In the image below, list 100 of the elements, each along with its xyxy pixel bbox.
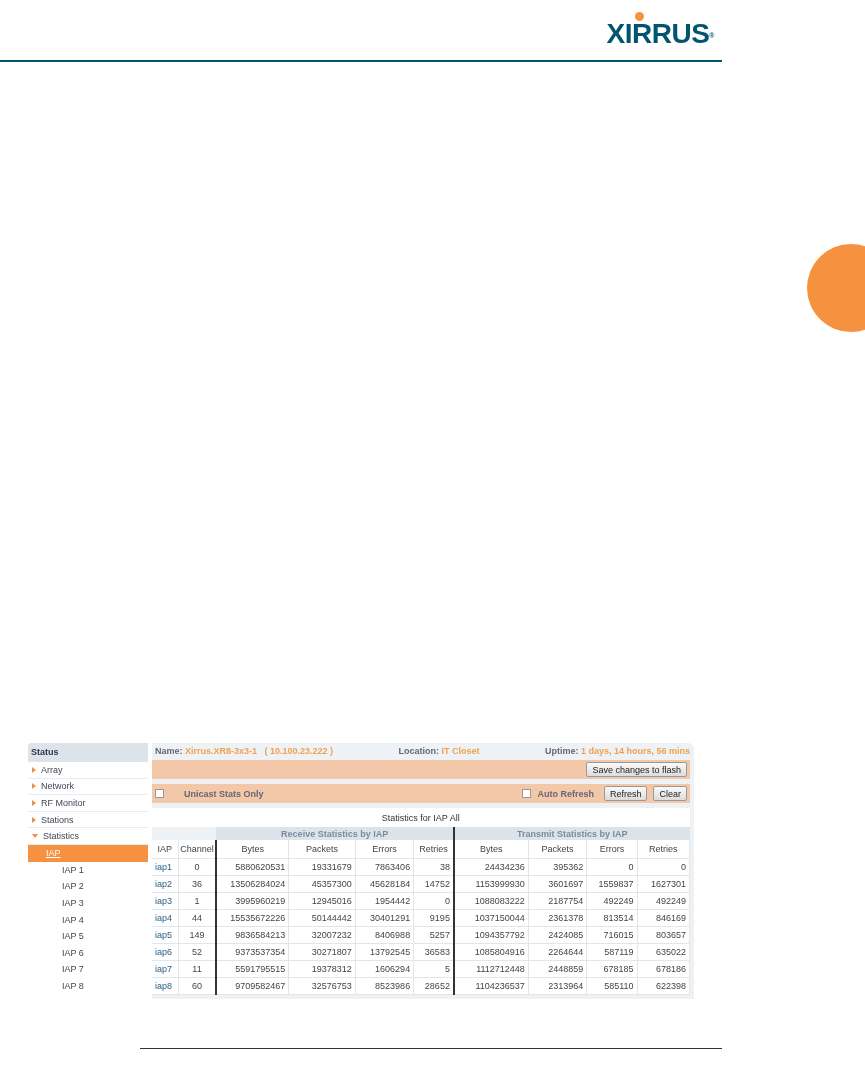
sidebar-item[interactable]: Array [28, 762, 148, 779]
table-cell: 1 [178, 892, 217, 910]
triangle-icon [32, 816, 36, 823]
column-header: Errors [586, 840, 638, 859]
table-cell: 1153999930 [453, 875, 529, 893]
table-cell: 1112712448 [453, 960, 529, 978]
triangle-icon [32, 766, 36, 773]
table-cell: 19331679 [288, 858, 356, 876]
iap-link[interactable]: iap7 [152, 960, 179, 978]
table-cell: 14752 [413, 875, 454, 893]
table-cell: 0 [413, 892, 454, 910]
triangle-icon [32, 783, 36, 790]
iap-link[interactable]: iap8 [152, 977, 179, 995]
table-cell: 9836584213 [216, 926, 289, 944]
table-cell: 11 [178, 960, 217, 978]
table-cell: 1037150044 [453, 909, 529, 927]
sidebar-title: Status [28, 743, 148, 762]
table-cell: 2264644 [528, 943, 587, 961]
iap-link[interactable]: iap6 [152, 943, 179, 961]
iap-link[interactable]: iap3 [152, 892, 179, 910]
table-cell: 12945016 [288, 892, 356, 910]
table-cell: 846169 [637, 909, 690, 927]
table-cell: 2187754 [528, 892, 587, 910]
table-cell: 1094357792 [453, 926, 529, 944]
table-title: Statistics for IAP All [152, 808, 690, 827]
info-text: Name: Xirrus.XR8-3x3-1 ( 10.100.23.222 ) [155, 746, 334, 756]
logo-text: XIRRUS [606, 22, 710, 46]
table-cell: 50144442 [288, 909, 356, 927]
iap-link[interactable]: iap4 [152, 909, 179, 927]
table-cell: 8523986 [355, 977, 414, 995]
toolbar-button[interactable]: Clear [653, 786, 687, 801]
table-cell: 45628184 [355, 875, 414, 893]
table-cell: 9373537354 [216, 943, 289, 961]
sidebar-item[interactable]: RF Monitor [28, 795, 148, 812]
table-cell: 5257 [413, 926, 454, 944]
table-cell: 1088083222 [453, 892, 529, 910]
table-cell: 0 [586, 858, 638, 876]
column-header: Retries [637, 840, 690, 859]
table-cell: 45357300 [288, 875, 356, 893]
sidebar-subitem[interactable]: IAP 3 [28, 894, 148, 912]
table-cell: 38 [413, 858, 454, 876]
table-cell: 585110 [586, 977, 638, 995]
sidebar-item[interactable]: Network [28, 778, 148, 796]
sidebar-item[interactable]: Stations [28, 811, 148, 829]
column-header: Packets [528, 840, 587, 859]
table-cell: 587119 [586, 943, 638, 961]
table-cell: 395362 [528, 858, 587, 876]
info-text: Location: IT Closet [398, 746, 480, 756]
info-text: Uptime: 1 days, 14 hours, 56 mins [544, 746, 690, 756]
table-cell: 2424085 [528, 926, 587, 944]
iap-link[interactable]: iap2 [152, 875, 179, 893]
table-cell: 1085804916 [453, 943, 529, 961]
table-cell: 2313964 [528, 977, 587, 995]
column-header: Errors [355, 840, 414, 859]
column-header: Channel [178, 840, 217, 859]
column-header: Bytes [453, 840, 529, 859]
table-cell: 5591795515 [216, 960, 289, 978]
table-cell: 5880620531 [216, 858, 289, 876]
table-cell: 3601697 [528, 875, 587, 893]
checkbox[interactable] [522, 789, 532, 798]
table-cell: 19378312 [288, 960, 356, 978]
table-cell: 492249 [637, 892, 690, 910]
table-cell: 2361378 [528, 909, 587, 927]
sidebar-subitem[interactable]: IAP 4 [28, 911, 148, 928]
column-header: Retries [413, 840, 454, 859]
column-header: Packets [288, 840, 356, 859]
sidebar-subitem[interactable]: IAP 6 [28, 944, 148, 962]
table-cell: 716015 [586, 926, 638, 944]
sidebar-subitem[interactable]: IAP 7 [28, 961, 148, 978]
table-cell: 52 [178, 943, 217, 961]
table-cell: 678185 [586, 960, 638, 978]
toolbar-button[interactable]: Refresh [603, 786, 648, 801]
table-cell: 149 [178, 926, 217, 944]
iap-link[interactable]: iap1 [152, 858, 179, 876]
table-cell: 15535672226 [216, 909, 289, 927]
table-cell: 5 [413, 960, 454, 978]
column-header: IAP [152, 840, 179, 859]
sidebar-subitem[interactable]: IAP 8 [28, 977, 148, 995]
save-button[interactable]: Save changes to flash [586, 762, 687, 777]
sidebar-subitem[interactable]: IAP 2 [28, 878, 148, 895]
table-cell: 44 [178, 909, 217, 927]
table-cell: 3995960219 [216, 892, 289, 910]
sidebar-subitem[interactable]: IAP 5 [28, 927, 148, 945]
table-cell: 678186 [637, 960, 690, 978]
table-cell: 9709582467 [216, 977, 289, 995]
triangle-icon [32, 834, 38, 839]
column-header: Bytes [216, 840, 289, 859]
sidebar-subitem[interactable]: IAP 1 [28, 861, 148, 879]
iap-link[interactable]: iap5 [152, 926, 179, 944]
table-cell: 0 [637, 858, 690, 876]
table-cell: 635022 [637, 943, 690, 961]
table-cell: 13506284024 [216, 875, 289, 893]
checkbox[interactable] [155, 789, 164, 798]
table-cell: 1606294 [355, 960, 414, 978]
checkbox-label: Auto Refresh [537, 788, 594, 799]
sidebar-item[interactable]: Statistics [28, 828, 148, 845]
table-cell: 60 [178, 977, 217, 995]
checkbox-label: Unicast Stats Only [184, 788, 264, 799]
table-cell: 813514 [586, 909, 638, 927]
group-header: Transmit Statistics by IAP [453, 827, 690, 840]
